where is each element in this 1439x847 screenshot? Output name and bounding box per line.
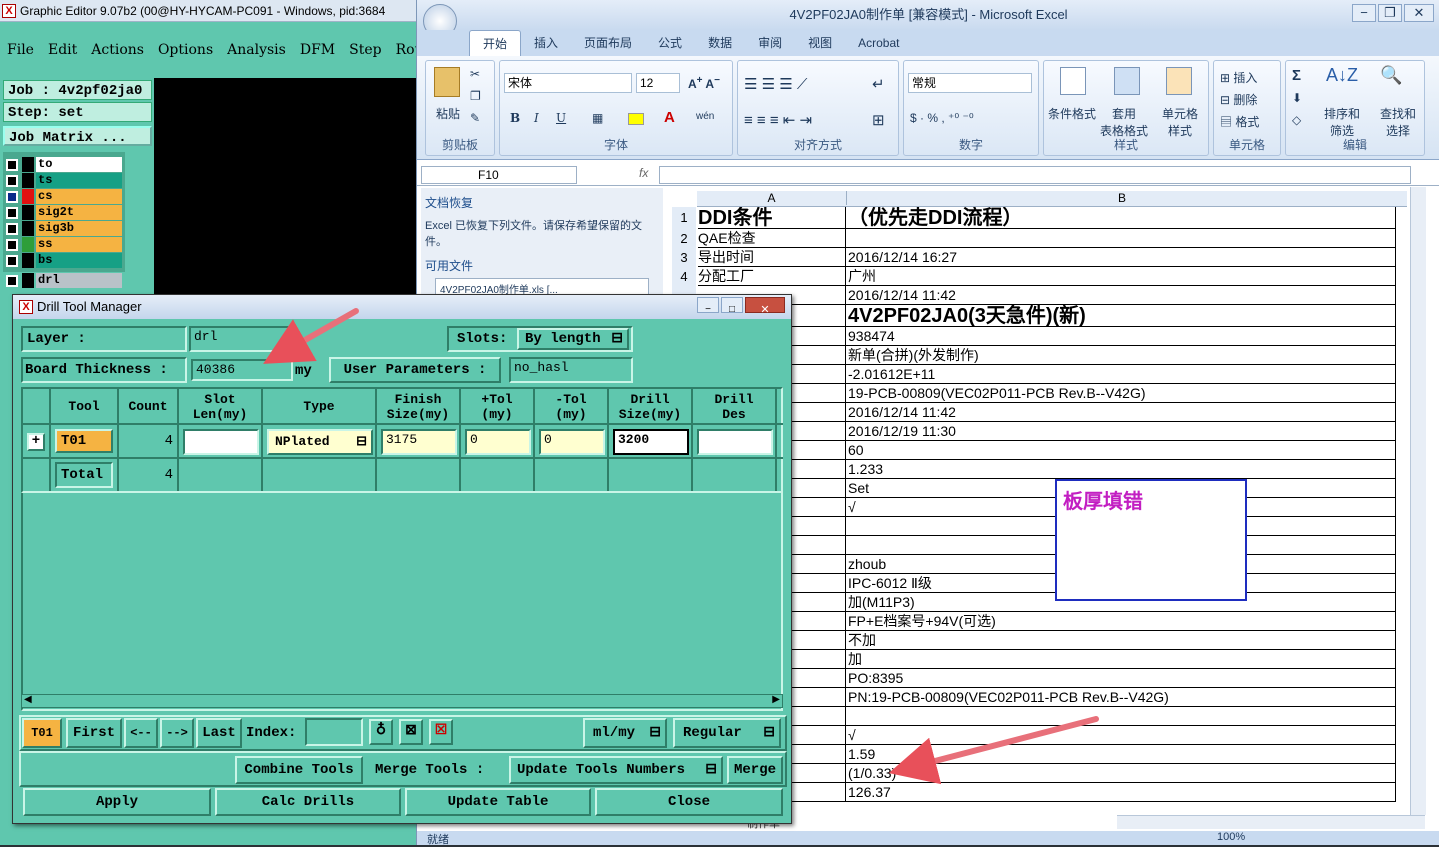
arrow-to-board-thickness	[263, 308, 359, 364]
arrow-to-thickness-value	[888, 716, 1099, 785]
annotation-arrows	[263, 308, 1099, 785]
